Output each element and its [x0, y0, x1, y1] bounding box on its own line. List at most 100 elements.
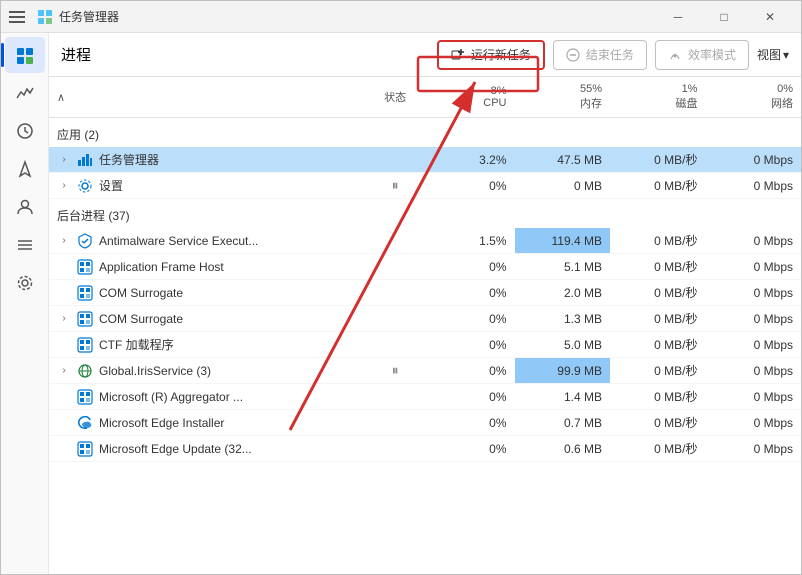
process-cpu-cell: 0% [431, 332, 515, 358]
process-status-cell [359, 228, 431, 254]
table-row[interactable]: › 设置 ⏸ 0% 0 MB 0 MB/秒 0 Mbps [49, 173, 801, 199]
process-name-label: 任务管理器 [99, 151, 159, 168]
process-table-container[interactable]: ∧ 状态 8% CPU 55% [49, 77, 801, 574]
process-cpu-cell: 0% [431, 410, 515, 436]
table-row[interactable]: Microsoft Edge Update (32... 0% 0.6 MB 0… [49, 436, 801, 462]
process-cpu-cell: 0% [431, 436, 515, 462]
process-name-label: Microsoft (R) Aggregator ... [99, 390, 243, 404]
process-status-cell [359, 280, 431, 306]
process-cpu-cell: 0% [431, 358, 515, 384]
expand-icon[interactable]: › [57, 153, 71, 167]
sidebar-item-processes[interactable] [5, 37, 45, 73]
hamburger-menu[interactable] [9, 7, 29, 27]
view-button[interactable]: 视图 ▾ [757, 46, 789, 63]
process-cpu-cell: 3.2% [431, 147, 515, 173]
process-cpu-cell: 0% [431, 280, 515, 306]
process-name-label: Antimalware Service Execut... [99, 234, 258, 248]
process-disk-cell: 0 MB/秒 [610, 410, 705, 436]
process-network-cell: 0 Mbps [705, 173, 801, 199]
table-row[interactable]: › Global.IrisService (3) ⏸ 0% 99.9 MB 0 … [49, 358, 801, 384]
process-icon [77, 259, 93, 275]
process-status-cell: ⏸ [359, 358, 431, 384]
table-row[interactable]: › COM Surrogate 0% 1.3 MB 0 MB/秒 0 Mbps [49, 306, 801, 332]
process-icon [77, 311, 93, 327]
table-header: ∧ 状态 8% CPU 55% [49, 77, 801, 118]
table-row[interactable]: Microsoft (R) Aggregator ... 0% 1.4 MB 0… [49, 384, 801, 410]
net-percent: 0% [777, 83, 793, 95]
process-icon [77, 337, 93, 353]
mem-label: 内存 [580, 98, 602, 110]
process-status-cell [359, 254, 431, 280]
view-chevron-icon: ▾ [783, 48, 789, 62]
process-icon [77, 415, 93, 431]
maximize-button[interactable]: □ [701, 1, 747, 33]
run-task-icon [451, 48, 465, 62]
sidebar-item-services[interactable] [5, 265, 45, 301]
disk-label: 磁盘 [675, 98, 697, 110]
process-network-cell: 0 Mbps [705, 280, 801, 306]
sort-arrow: ∧ [57, 92, 65, 104]
table-row[interactable]: Application Frame Host 0% 5.1 MB 0 MB/秒 … [49, 254, 801, 280]
expand-icon[interactable]: › [57, 312, 71, 326]
col-header-network[interactable]: 0% 网络 [705, 77, 801, 118]
process-status-cell [359, 410, 431, 436]
process-network-cell: 0 Mbps [705, 410, 801, 436]
task-manager-window: 任务管理器 ─ □ ✕ [0, 0, 802, 575]
col-header-cpu[interactable]: 8% CPU [431, 77, 515, 118]
process-name-cell: › Global.IrisService (3) [49, 358, 359, 384]
sidebar-item-users[interactable] [5, 189, 45, 225]
sidebar [1, 33, 49, 574]
process-memory-cell: 0 MB [515, 173, 610, 199]
process-name-label: COM Surrogate [99, 312, 183, 326]
process-network-cell: 0 Mbps [705, 332, 801, 358]
process-memory-cell: 2.0 MB [515, 280, 610, 306]
col-header-name[interactable]: ∧ [49, 77, 359, 118]
process-network-cell: 0 Mbps [705, 228, 801, 254]
status-paused-icon: ⏸ [392, 177, 399, 193]
table-row[interactable]: Microsoft Edge Installer 0% 0.7 MB 0 MB/… [49, 410, 801, 436]
run-new-task-button[interactable]: 运行新任务 [437, 40, 545, 70]
process-name-cell: Microsoft (R) Aggregator ... [49, 384, 359, 410]
col-header-status[interactable]: 状态 [359, 77, 431, 118]
process-name-label: Global.IrisService (3) [99, 364, 211, 378]
process-icon [77, 285, 93, 301]
toolbar: 进程 运行新任务 结束任务 [49, 33, 801, 77]
apps-section-label: 应用 (2) [49, 118, 801, 148]
sidebar-item-history[interactable] [5, 113, 45, 149]
end-task-icon [566, 48, 580, 62]
expand-icon[interactable]: › [57, 179, 71, 193]
process-name-cell: COM Surrogate [49, 280, 359, 306]
process-network-cell: 0 Mbps [705, 147, 801, 173]
end-task-button[interactable]: 结束任务 [553, 40, 647, 70]
table-row[interactable]: › 任务管理器 3.2% 47.5 MB 0 MB/秒 0 Mbps [49, 147, 801, 173]
process-name-cell: › Antimalware Service Execut... [49, 228, 359, 254]
table-row[interactable]: CTF 加载程序 0% 5.0 MB 0 MB/秒 0 Mbps [49, 332, 801, 358]
process-name-label: CTF 加载程序 [99, 336, 174, 353]
process-icon [77, 389, 93, 405]
background-section-label: 后台进程 (37) [49, 199, 801, 229]
users-icon [16, 198, 34, 216]
process-name-label: Application Frame Host [99, 260, 224, 274]
process-name-cell: › 设置 [49, 173, 359, 199]
details-icon [16, 236, 34, 254]
sidebar-item-details[interactable] [5, 227, 45, 263]
sidebar-item-performance[interactable] [5, 75, 45, 111]
minimize-button[interactable]: ─ [655, 1, 701, 33]
col-header-memory[interactable]: 55% 内存 [515, 77, 610, 118]
efficiency-mode-button[interactable]: 效率模式 [655, 40, 749, 70]
processes-icon [16, 46, 34, 64]
process-memory-cell: 1.4 MB [515, 384, 610, 410]
col-header-disk[interactable]: 1% 磁盘 [610, 77, 705, 118]
expand-icon[interactable]: › [57, 234, 71, 248]
process-name-cell: › COM Surrogate [49, 306, 359, 332]
process-table: ∧ 状态 8% CPU 55% [49, 77, 801, 462]
sidebar-item-startup[interactable] [5, 151, 45, 187]
table-row[interactable]: › Antimalware Service Execut... 1.5% 119… [49, 228, 801, 254]
net-label: 网络 [771, 98, 793, 110]
mem-percent: 55% [580, 83, 602, 95]
expand-icon[interactable]: › [57, 364, 71, 378]
process-disk-cell: 0 MB/秒 [610, 228, 705, 254]
table-row[interactable]: COM Surrogate 0% 2.0 MB 0 MB/秒 0 Mbps [49, 280, 801, 306]
process-cpu-cell: 0% [431, 173, 515, 199]
close-button[interactable]: ✕ [747, 1, 793, 33]
